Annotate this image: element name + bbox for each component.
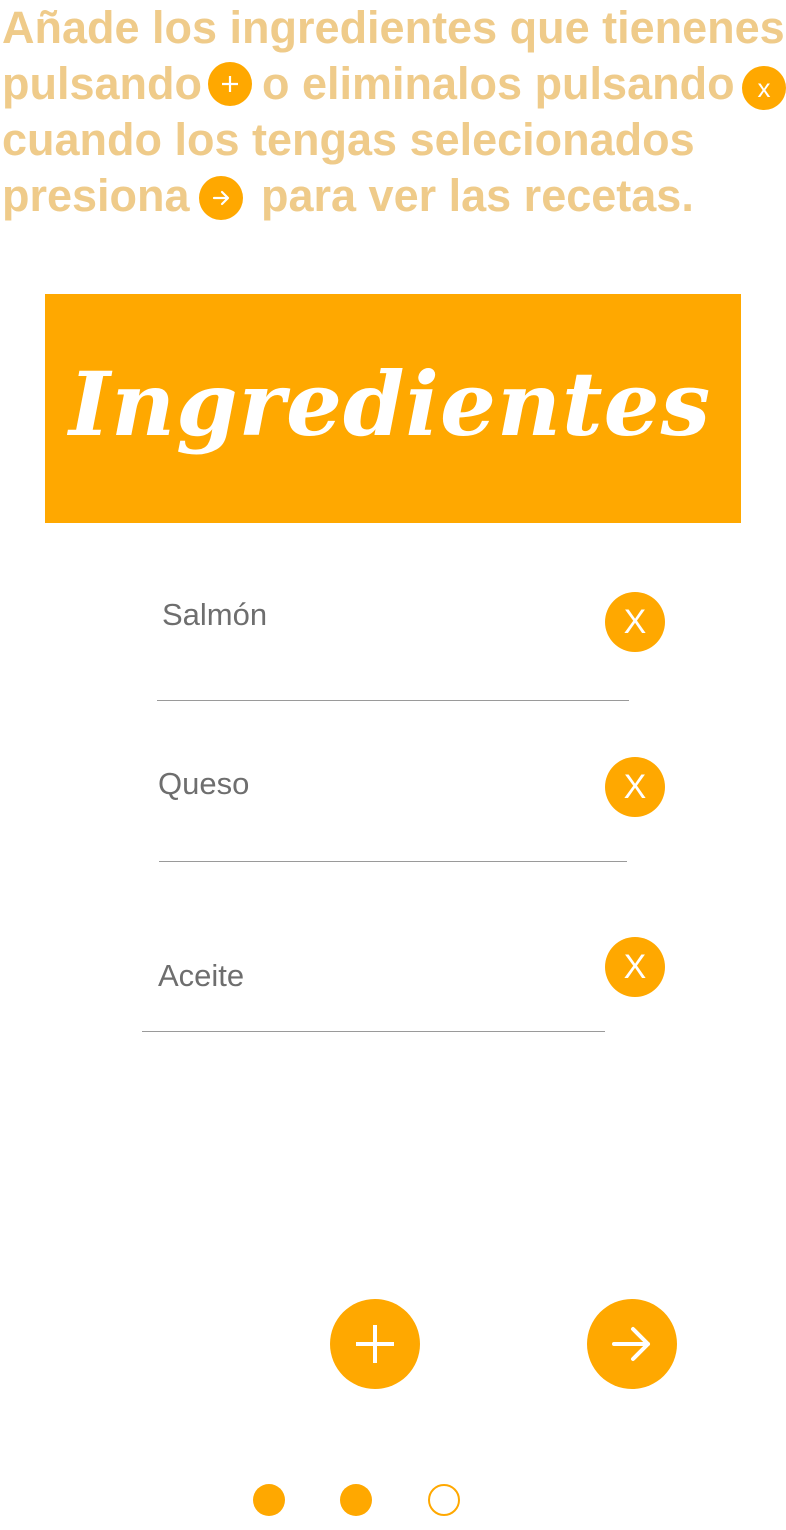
page-dot[interactable] [340,1484,372,1516]
divider [157,700,629,701]
page-dot[interactable] [428,1484,460,1516]
ingredient-name: Queso [158,766,250,801]
divider [142,1031,605,1032]
remove-ingredient-button[interactable]: X [605,937,665,997]
page-dot[interactable] [253,1484,285,1516]
instruction-line-3: cuando los tengas selecionados [2,114,695,165]
ingredients-banner: Ingredientes [45,294,741,523]
add-ingredient-button[interactable] [330,1299,420,1389]
plus-icon [356,1325,394,1363]
banner-title: Ingredientes [69,352,712,456]
close-icon: x [742,66,786,110]
ingredient-name: Aceite [158,958,245,993]
divider [159,861,627,862]
plus-icon [208,62,252,106]
instruction-line-2: pulsando [2,56,202,112]
instruction-line-2b: o eliminalos pulsando [262,58,735,109]
instruction-text: pulsando [2,58,202,109]
instruction-line-4: presiona [2,170,190,221]
remove-ingredient-button[interactable]: X [605,757,665,817]
arrow-right-icon [612,1327,650,1361]
instruction-line-1: Añade los ingredientes que tienenes [2,2,785,53]
instruction-line-4b: para ver las recetas. [261,170,694,221]
arrow-right-icon [199,176,243,220]
ingredient-name: Salmón [162,597,268,632]
remove-ingredient-button[interactable]: X [605,592,665,652]
view-recipes-button[interactable] [587,1299,677,1389]
